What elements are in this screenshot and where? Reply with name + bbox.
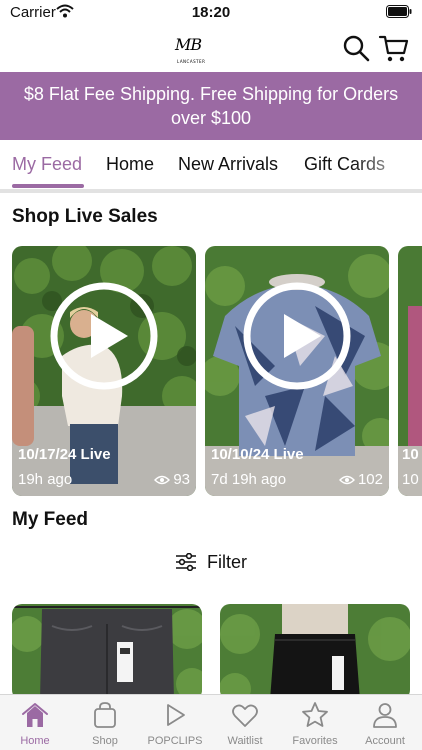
nav-label: Shop: [92, 735, 118, 747]
nav-label: Waitlist: [227, 735, 263, 747]
live-time-ago: 7d 19h ago: [211, 471, 287, 488]
star-icon: [302, 702, 328, 727]
app-header: MB LANCASTER: [0, 24, 422, 72]
nav-account[interactable]: Account: [350, 695, 420, 750]
view-count: 102: [338, 471, 383, 488]
person-icon: [373, 703, 397, 728]
nav-label: POPCLIPS: [147, 735, 203, 747]
play-icon[interactable]: [241, 280, 353, 392]
live-date: 10/10/24 Live: [211, 446, 304, 463]
logo-text: MB: [174, 35, 202, 54]
nav-label: Favorites: [292, 735, 338, 747]
live-date: 10/17/24 Live: [18, 446, 111, 463]
cart-icon[interactable]: [378, 32, 410, 64]
promo-banner[interactable]: $8 Flat Fee Shipping. Free Shipping for …: [0, 72, 422, 140]
filter-button[interactable]: Filter: [0, 546, 422, 578]
nav-shop[interactable]: Shop: [70, 695, 140, 750]
live-time-ago: 19h ago: [18, 471, 73, 488]
status-time: 18:20: [191, 4, 231, 21]
heart-icon: [232, 704, 258, 727]
live-sale-card[interactable]: 10/17/24 Live 19h ago 93: [12, 246, 196, 496]
product-card[interactable]: [12, 604, 202, 700]
product-image: [12, 604, 202, 700]
tab-home[interactable]: Home: [106, 154, 154, 175]
live-sale-card[interactable]: 10 10: [398, 246, 422, 496]
filter-label: Filter: [207, 551, 247, 572]
eye-icon: [154, 475, 171, 484]
tab-divider: [0, 189, 422, 193]
shopping-bag-icon: [94, 702, 116, 728]
view-count-value: 102: [357, 471, 383, 488]
filter-icon: [176, 553, 196, 571]
play-icon[interactable]: [48, 280, 160, 392]
nav-waitlist[interactable]: Waitlist: [210, 695, 280, 750]
live-time-ago: 10: [402, 471, 419, 488]
eye-icon: [338, 475, 355, 484]
home-icon: [22, 703, 48, 727]
live-sale-card[interactable]: 10/10/24 Live 7d 19h ago 102: [205, 246, 389, 496]
bottom-navigation: Home Shop POPCLIPS Waitlist Favorites Ac…: [0, 694, 422, 750]
nav-home[interactable]: Home: [0, 695, 70, 750]
logo-subtext: LANCASTER: [177, 59, 205, 64]
live-section-title: Shop Live Sales: [12, 206, 158, 227]
feed-section-title: My Feed: [12, 509, 89, 530]
view-count: 93: [154, 471, 190, 488]
status-bar: Carrier 18:20: [0, 0, 422, 24]
nav-label: Home: [20, 735, 50, 747]
product-image: [220, 604, 410, 700]
tab-new-arrivals[interactable]: New Arrivals: [178, 154, 278, 175]
tab-my-feed[interactable]: My Feed: [12, 154, 82, 175]
tab-overflow-fade: [352, 140, 422, 192]
promo-text: $8 Flat Fee Shipping. Free Shipping for …: [23, 84, 399, 128]
brand-logo[interactable]: MB LANCASTER: [170, 30, 210, 66]
play-icon: [167, 704, 185, 726]
view-count-value: 93: [173, 471, 190, 488]
active-tab-indicator: [12, 184, 84, 188]
battery-icon: [386, 5, 412, 18]
product-card[interactable]: [220, 604, 410, 700]
nav-popclips[interactable]: POPCLIPS: [140, 695, 210, 750]
live-date: 10: [402, 446, 419, 463]
nav-label: Account: [365, 735, 405, 747]
nav-favorites[interactable]: Favorites: [280, 695, 350, 750]
search-icon[interactable]: [342, 34, 370, 62]
